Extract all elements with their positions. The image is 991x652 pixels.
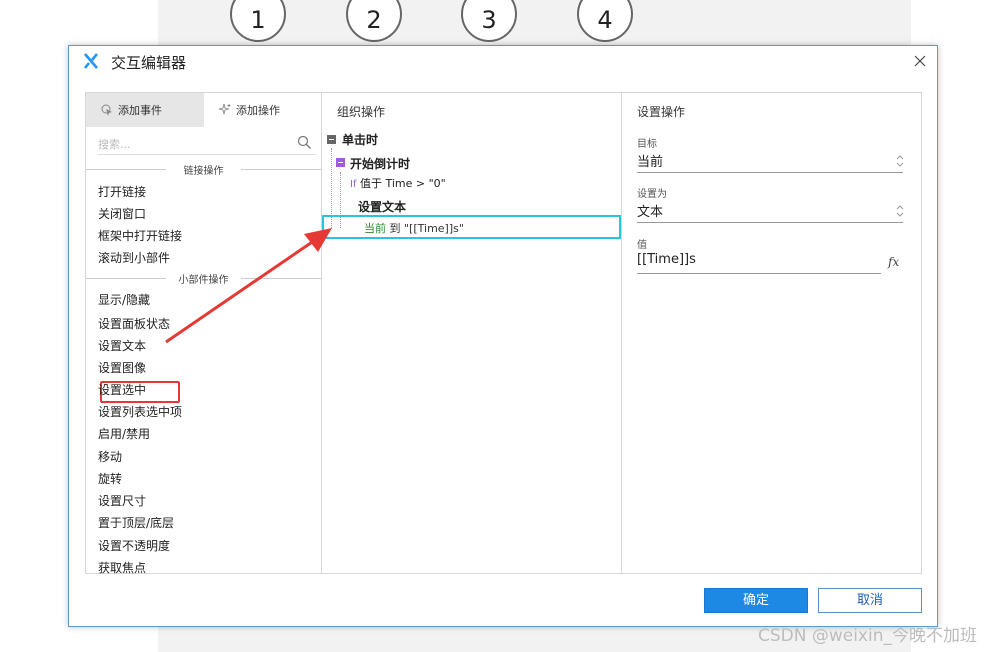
chevron-updown-icon	[896, 205, 904, 217]
condition-text: 值于 Time > "0"	[359, 177, 446, 190]
step-number: 1	[250, 6, 266, 34]
cursor-click-icon	[101, 104, 112, 116]
case-condition[interactable]: If 值于 Time > "0"	[350, 175, 446, 191]
action-set-image[interactable]: 设置图像	[98, 359, 146, 376]
action-rotate[interactable]: 旋转	[98, 470, 122, 487]
target-label: 目标	[637, 139, 657, 150]
target-value: 当前	[637, 155, 664, 170]
action-open-link-in-frame[interactable]: 框架中打开链接	[98, 227, 182, 244]
organize-actions-panel: 组织操作 单击时 开始倒计时 If 值于 Time > "0" 设置文本 当前 …	[321, 92, 622, 574]
value-label: 值	[637, 240, 647, 251]
panel-title: 设置操作	[637, 105, 686, 119]
tab-label: 添加事件	[118, 104, 162, 117]
close-icon[interactable]	[911, 52, 929, 70]
target-select[interactable]: 当前	[637, 151, 904, 173]
step-number: 4	[597, 6, 613, 34]
action-set-size[interactable]: 设置尺寸	[98, 492, 146, 509]
action-move[interactable]: 移动	[98, 448, 122, 465]
step-number: 2	[366, 6, 382, 34]
group-title: 小部件操作	[178, 275, 229, 286]
interaction-editor-dialog: 交互编辑器 添加事件 添加操作 搜索... 链接操作 打开链接 关闭窗口 框架中…	[68, 45, 938, 627]
action-detail: 当前 到 "[[Time]]s"	[364, 220, 464, 236]
step-number: 3	[481, 6, 497, 34]
search-placeholder: 搜索...	[98, 138, 131, 151]
chevron-updown-icon	[896, 155, 904, 167]
action-show-hide[interactable]: 显示/隐藏	[98, 291, 150, 308]
action-set-text-node[interactable]: 设置文本	[358, 198, 406, 215]
sparkle-icon	[218, 103, 231, 115]
axure-logo-icon	[83, 53, 98, 69]
action-open-link[interactable]: 打开链接	[98, 183, 146, 200]
search-icon[interactable]	[297, 135, 312, 150]
group-title: 链接操作	[183, 166, 224, 177]
action-set-opacity[interactable]: 设置不透明度	[98, 537, 170, 554]
action-set-text[interactable]: 设置文本	[98, 337, 146, 354]
action-close-window[interactable]: 关闭窗口	[98, 205, 146, 222]
fx-icon[interactable]: fx	[888, 255, 899, 269]
watermark: CSDN @weixin_今晚不加班	[757, 626, 977, 646]
cancel-button[interactable]: 取消	[818, 588, 922, 613]
action-set-panel-state[interactable]: 设置面板状态	[98, 315, 170, 332]
action-focus[interactable]: 获取焦点	[98, 559, 146, 576]
ok-button[interactable]: 确定	[704, 588, 808, 613]
action-target: 当前	[364, 222, 386, 235]
if-keyword: If	[350, 179, 357, 190]
tab-add-action[interactable]: 添加操作	[204, 93, 322, 127]
group-link-actions: 链接操作	[86, 162, 321, 177]
value-text: [[Time]]s	[637, 252, 696, 267]
panel-title: 组织操作	[337, 105, 386, 119]
action-enable-disable[interactable]: 启用/禁用	[98, 425, 150, 442]
tab-label: 添加操作	[236, 104, 280, 117]
value-input[interactable]: [[Time]]s	[637, 252, 881, 274]
selected-action-row[interactable]: 当前 到 "[[Time]]s"	[322, 215, 621, 239]
search-input[interactable]: 搜索...	[98, 131, 316, 155]
actions-library-panel: 添加事件 添加操作 搜索... 链接操作 打开链接 关闭窗口 框架中打开链接 滚…	[85, 92, 322, 576]
action-scroll-to-widget[interactable]: 滚动到小部件	[98, 249, 170, 266]
group-widget-actions: 小部件操作	[86, 271, 321, 286]
set-as-value: 文本	[637, 205, 664, 220]
dialog-title: 交互编辑器	[111, 54, 187, 72]
action-bring-front-back[interactable]: 置于顶层/底层	[98, 514, 174, 531]
tab-add-event[interactable]: 添加事件	[86, 93, 204, 127]
title-bar[interactable]: 交互编辑器	[69, 46, 937, 78]
configure-action-panel: 设置操作 目标 当前 设置为 文本 值 [[Time]]s fx	[621, 92, 922, 574]
action-set-list-selected[interactable]: 设置列表选中项	[98, 403, 182, 420]
collapse-case-icon[interactable]	[336, 158, 345, 167]
set-as-label: 设置为	[637, 189, 667, 200]
action-detail-text: 到 "[[Time]]s"	[386, 222, 464, 235]
action-set-selected[interactable]: 设置选中	[98, 381, 146, 398]
event-on-click[interactable]: 单击时	[342, 131, 378, 148]
collapse-event-icon[interactable]	[327, 135, 336, 144]
set-as-select[interactable]: 文本	[637, 201, 904, 223]
case-start-countdown[interactable]: 开始倒计时	[350, 155, 410, 172]
